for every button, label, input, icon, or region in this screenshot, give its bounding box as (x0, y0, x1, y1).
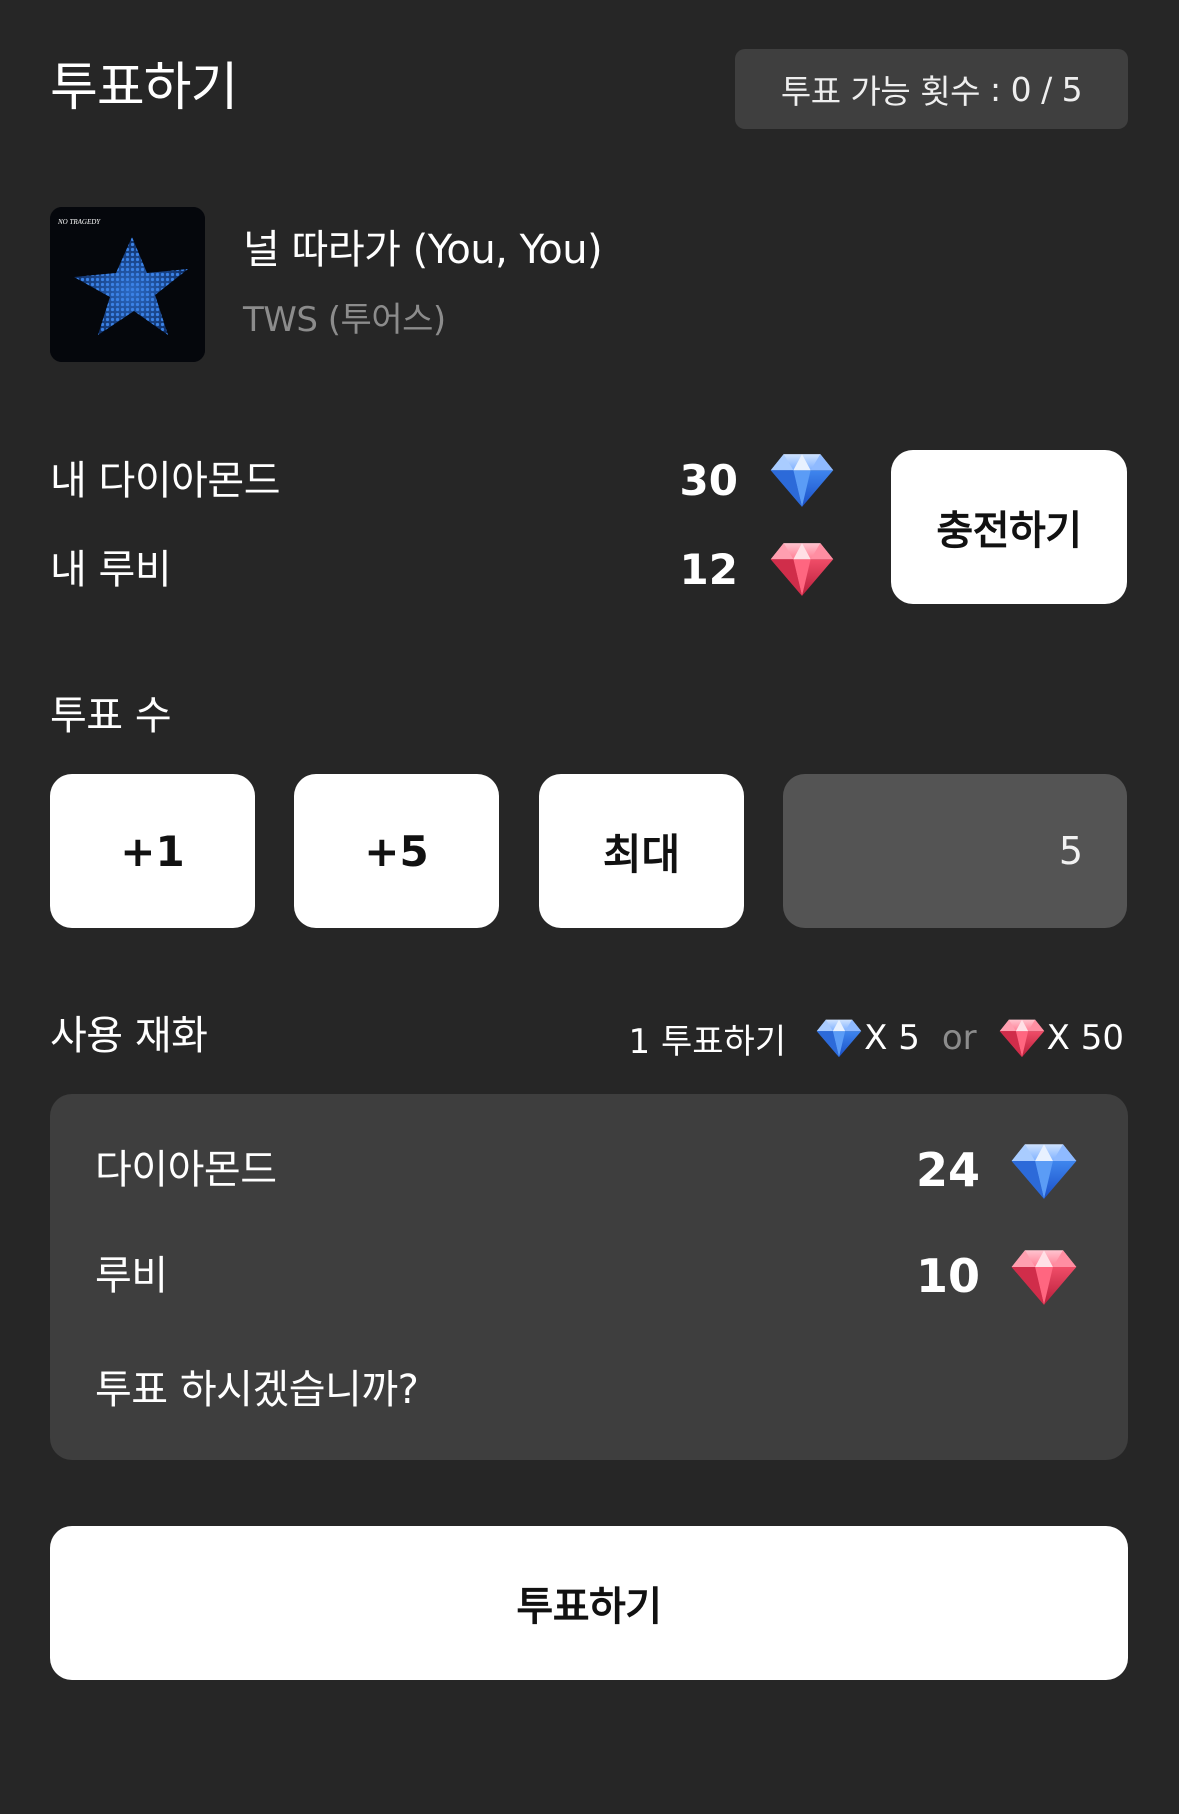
summary-ruby-label: 루비 (95, 1253, 168, 1299)
vote-count-label: 투표 가능 횟수 (780, 72, 981, 111)
my-diamond-label: 내 다이아몬드 (50, 458, 281, 504)
vote-summary-panel: 다이아몬드 24 루비 10 투표 하시겠습니까? (50, 1094, 1128, 1460)
confirm-question: 투표 하시겠습니까? (95, 1367, 419, 1413)
ruby-icon (769, 541, 835, 597)
diamond-cost: X 5 (864, 1018, 920, 1058)
my-ruby-label: 내 루비 (50, 547, 172, 593)
my-ruby-value: 12 (679, 545, 738, 594)
cost-info: 1 투표하기 X 5 or X 50 (629, 1012, 1124, 1064)
plus-one-button[interactable]: +1 (50, 774, 255, 928)
song-title: 널 따라가 (You, You) (243, 227, 603, 273)
ruby-cost: X 50 (1046, 1018, 1124, 1058)
svg-text:NO TRAGEDY: NO TRAGEDY (57, 218, 101, 226)
ruby-icon (1010, 1248, 1078, 1306)
diamond-icon (1010, 1142, 1078, 1200)
max-button[interactable]: 최대 (539, 774, 744, 928)
summary-ruby-value: 10 (915, 1249, 980, 1303)
vote-amount-label: 투표 수 (50, 693, 172, 739)
summary-diamond-label: 다이아몬드 (95, 1147, 277, 1193)
vote-count-badge: 투표 가능 횟수 : 0 / 5 (735, 49, 1128, 129)
or-text: or (941, 1018, 977, 1058)
diamond-icon (816, 1018, 862, 1058)
diamond-icon (769, 452, 835, 508)
charge-button[interactable]: 충전하기 (891, 450, 1127, 604)
page-title: 투표하기 (50, 58, 238, 118)
per-vote-label: 1 투표하기 (628, 1021, 787, 1062)
cost-label: 사용 재화 (50, 1013, 208, 1059)
vote-count-value: 0 / 5 (1010, 69, 1083, 109)
vote-amount-input[interactable]: 5 (783, 774, 1127, 928)
my-diamond-value: 30 (679, 456, 738, 505)
ruby-icon (999, 1018, 1045, 1058)
submit-vote-button[interactable]: 투표하기 (50, 1526, 1128, 1680)
plus-five-button[interactable]: +5 (294, 774, 499, 928)
summary-diamond-value: 24 (915, 1143, 980, 1197)
artist-name: TWS (투어스) (243, 300, 446, 340)
album-art: NO TRAGEDY (50, 207, 205, 362)
